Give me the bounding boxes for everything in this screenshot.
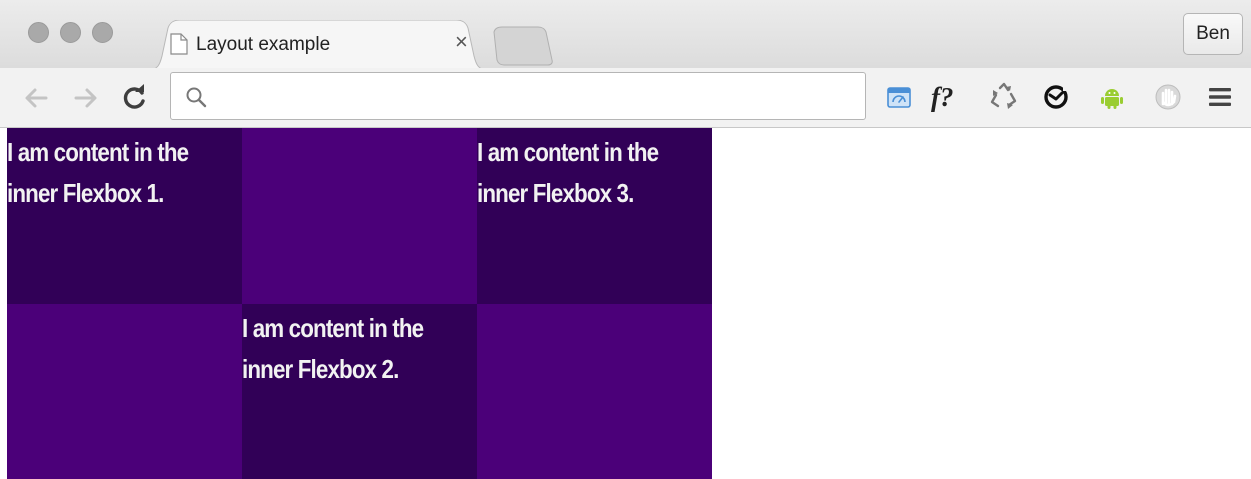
window-zoom-button[interactable] bbox=[92, 22, 113, 43]
cell-text: I am content in the inner Flexbox 3. bbox=[477, 132, 679, 214]
window-close-button[interactable] bbox=[28, 22, 49, 43]
cell-text: I am content in the inner Flexbox 1. bbox=[7, 132, 209, 214]
inner-flexbox-3: I am content in the inner Flexbox 3. bbox=[477, 128, 712, 304]
cell-text-line: I am content in the bbox=[477, 137, 659, 167]
hand-extension-icon[interactable] bbox=[1153, 82, 1183, 112]
font-finder-extension-icon[interactable]: f? bbox=[931, 82, 961, 112]
sync-extension-icon[interactable] bbox=[1041, 82, 1071, 112]
omnibox[interactable] bbox=[170, 72, 866, 120]
flexbox-cell bbox=[242, 128, 477, 304]
android-extension-icon[interactable] bbox=[1097, 82, 1127, 112]
window-minimize-button[interactable] bbox=[60, 22, 81, 43]
cell-text-line: inner Flexbox 1. bbox=[7, 178, 164, 208]
cell-text-line: I am content in the bbox=[7, 137, 189, 167]
tab-layout-example[interactable]: Layout example × bbox=[148, 20, 488, 70]
document-icon bbox=[170, 33, 188, 55]
profile-button[interactable]: Ben bbox=[1183, 13, 1243, 55]
recycle-extension-icon[interactable] bbox=[989, 82, 1019, 112]
flexbox-cell bbox=[7, 304, 242, 479]
tab-title: Layout example bbox=[196, 34, 331, 55]
inner-flexbox-1: I am content in the inner Flexbox 1. bbox=[7, 128, 242, 304]
flexbox-cell bbox=[477, 304, 712, 479]
tab-strip: Layout example × Ben bbox=[0, 0, 1251, 70]
inner-flexbox-2: I am content in the inner Flexbox 2. bbox=[242, 304, 477, 479]
outer-flexbox: I am content in the inner Flexbox 1. I a… bbox=[7, 128, 712, 479]
cell-text-line: I am content in the bbox=[242, 313, 424, 343]
cell-text: I am content in the inner Flexbox 2. bbox=[242, 308, 444, 390]
new-tab-button[interactable] bbox=[492, 26, 554, 66]
cell-text-line: inner Flexbox 3. bbox=[477, 178, 634, 208]
menu-icon[interactable] bbox=[1205, 82, 1235, 112]
back-arrow-icon[interactable] bbox=[22, 84, 50, 112]
tab-close-icon[interactable]: × bbox=[455, 31, 468, 53]
browser-toolbar: f? bbox=[0, 68, 1251, 128]
cell-text-line: inner Flexbox 2. bbox=[242, 354, 399, 384]
search-icon bbox=[186, 87, 207, 108]
reload-icon[interactable] bbox=[120, 84, 148, 112]
page-speed-extension-icon[interactable] bbox=[884, 82, 914, 112]
omnibox-input[interactable] bbox=[217, 79, 857, 113]
forward-arrow-icon[interactable] bbox=[72, 84, 100, 112]
page-viewport: I am content in the inner Flexbox 1. I a… bbox=[0, 128, 1251, 479]
